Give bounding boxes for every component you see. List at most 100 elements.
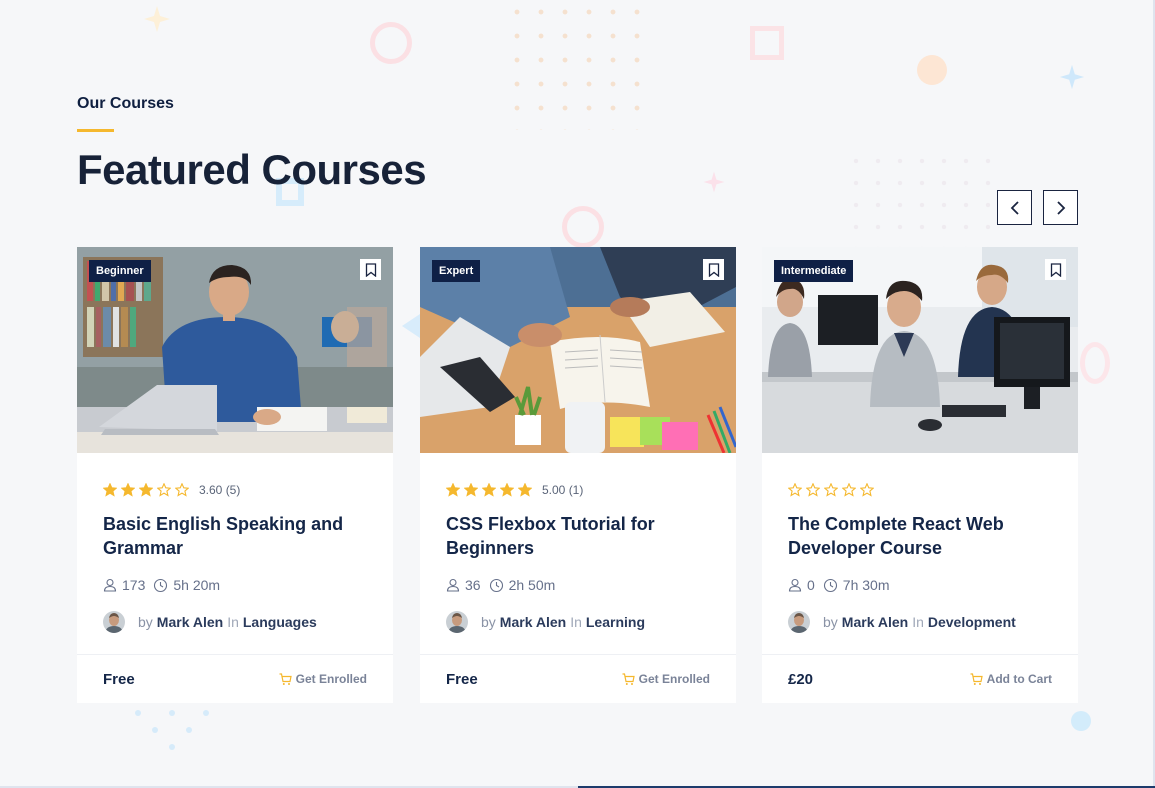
students-count: 0 xyxy=(788,577,815,593)
course-meta: 173 5h 20m xyxy=(103,576,367,594)
star-filled-icon xyxy=(103,483,117,497)
bookmark-icon xyxy=(365,262,376,277)
course-meta: 0 7h 30m xyxy=(788,576,1052,594)
students-count: 173 xyxy=(103,577,145,593)
dot-decoration xyxy=(1071,711,1091,731)
star-empty-icon xyxy=(824,483,838,497)
bookmark-button[interactable] xyxy=(703,259,724,280)
in-label: In xyxy=(570,614,582,630)
avatar xyxy=(103,611,125,633)
by-label: by xyxy=(138,614,153,630)
course-rating xyxy=(788,483,1052,497)
user-icon xyxy=(788,578,802,592)
avatar xyxy=(446,611,468,633)
star-rating xyxy=(103,483,189,497)
level-badge: Beginner xyxy=(89,260,151,282)
card-footer: Free Get Enrolled xyxy=(77,654,393,703)
course-image[interactable]: Expert xyxy=(420,247,736,453)
star-empty-icon xyxy=(788,483,802,497)
rating-text: 5.00 (1) xyxy=(542,483,584,497)
carousel-prev-button[interactable] xyxy=(997,190,1032,225)
eyebrow-underline xyxy=(77,129,114,132)
star-filled-icon xyxy=(121,483,135,497)
course-image[interactable]: Beginner xyxy=(77,247,393,453)
in-label: In xyxy=(227,614,239,630)
course-rating: 3.60 (5) xyxy=(103,483,367,497)
avatar-icon xyxy=(103,611,125,633)
course-meta: 36 2h 50m xyxy=(446,576,710,594)
avatar-icon xyxy=(446,611,468,633)
course-card[interactable]: Intermediate The Complete React Web Deve… xyxy=(762,247,1078,703)
avatar xyxy=(788,611,810,633)
star-filled-icon xyxy=(446,483,460,497)
course-author: by Mark Alen In Languages xyxy=(103,611,367,633)
course-author: by Mark Alen In Development xyxy=(788,611,1052,633)
course-title[interactable]: The Complete React Web Developer Course xyxy=(788,512,1052,560)
course-duration: 2h 50m xyxy=(489,577,555,593)
chevron-left-icon xyxy=(1010,200,1019,215)
star-empty-icon xyxy=(157,483,171,497)
star-empty-icon xyxy=(175,483,189,497)
circle-decoration xyxy=(370,22,412,64)
bookmark-icon xyxy=(1050,262,1061,277)
category-link[interactable]: Learning xyxy=(586,614,645,630)
author-link[interactable]: Mark Alen xyxy=(842,614,908,630)
chevron-right-icon xyxy=(1056,200,1065,215)
course-author: by Mark Alen In Learning xyxy=(446,611,710,633)
students-count: 36 xyxy=(446,577,481,593)
section-eyebrow: Our Courses xyxy=(77,95,174,112)
star-filled-icon xyxy=(500,483,514,497)
level-badge: Intermediate xyxy=(774,260,854,282)
category-link[interactable]: Development xyxy=(928,614,1016,630)
circle-decoration xyxy=(1080,342,1110,384)
clock-icon xyxy=(154,578,168,592)
course-price: Free xyxy=(446,670,478,688)
by-label: by xyxy=(481,614,496,630)
star-empty-icon xyxy=(806,483,820,497)
star-rating xyxy=(788,483,874,497)
add-to-cart-button[interactable]: Add to Cart xyxy=(970,672,1052,686)
page: Our Courses Featured Courses Beginner 3.… xyxy=(0,0,1155,788)
course-price: Free xyxy=(103,670,135,688)
clock-icon xyxy=(823,578,837,592)
course-title[interactable]: Basic English Speaking and Grammar xyxy=(103,512,367,560)
dot-pattern-decoration xyxy=(845,150,995,260)
user-icon xyxy=(103,578,117,592)
course-image[interactable]: Intermediate xyxy=(762,247,1078,453)
category-link[interactable]: Languages xyxy=(243,614,317,630)
course-card[interactable]: Expert 5.00 (1) CSS Flexbox Tutorial for… xyxy=(420,247,736,703)
user-icon xyxy=(446,578,460,592)
section-heading: Featured Courses xyxy=(77,146,427,193)
triangle-decoration xyxy=(402,314,420,338)
star-filled-icon xyxy=(139,483,153,497)
sparkle-decoration xyxy=(703,171,725,193)
clock-icon xyxy=(489,578,503,592)
star-filled-icon xyxy=(518,483,532,497)
rating-text: 3.60 (5) xyxy=(199,483,241,497)
enroll-button[interactable]: Get Enrolled xyxy=(622,672,710,686)
level-badge: Expert xyxy=(432,260,481,282)
bookmark-button[interactable] xyxy=(360,259,381,280)
cart-icon xyxy=(622,672,635,685)
bookmark-icon xyxy=(708,262,719,277)
dot-decoration xyxy=(917,55,947,85)
circle-decoration xyxy=(562,206,604,248)
enroll-button[interactable]: Get Enrolled xyxy=(279,672,367,686)
avatar-icon xyxy=(788,611,810,633)
square-decoration xyxy=(750,26,784,60)
author-link[interactable]: Mark Alen xyxy=(157,614,223,630)
sparkle-decoration xyxy=(144,6,170,32)
course-duration: 5h 20m xyxy=(153,577,220,593)
course-title[interactable]: CSS Flexbox Tutorial for Beginners xyxy=(446,512,710,560)
author-link[interactable]: Mark Alen xyxy=(500,614,566,630)
star-empty-icon xyxy=(842,483,856,497)
bookmark-button[interactable] xyxy=(1045,259,1066,280)
star-filled-icon xyxy=(482,483,496,497)
in-label: In xyxy=(912,614,924,630)
course-card[interactable]: Beginner 3.60 (5) Basic English Speaking… xyxy=(77,247,393,703)
carousel-next-button[interactable] xyxy=(1043,190,1078,225)
star-filled-icon xyxy=(464,483,478,497)
course-duration: 7h 30m xyxy=(823,577,890,593)
dot-pattern-decoration xyxy=(505,0,645,130)
cart-icon xyxy=(279,672,292,685)
